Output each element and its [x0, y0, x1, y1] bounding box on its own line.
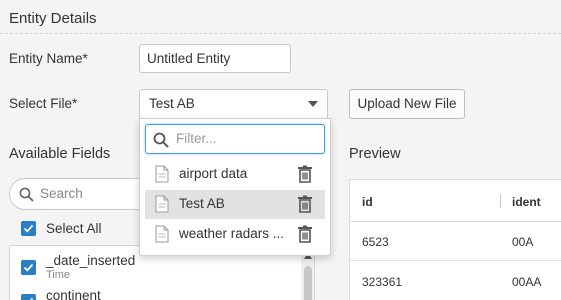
field-checkbox[interactable]: [21, 260, 36, 275]
select-file-label: Select File*: [9, 96, 78, 111]
select-file-dropdown[interactable]: Test AB: [139, 89, 328, 119]
available-fields-title: Available Fields: [9, 146, 111, 162]
file-dropdown-menu: Filter... airport data Test AB weather r…: [139, 118, 331, 256]
select-all-checkbox[interactable]: [21, 221, 36, 236]
filter-input[interactable]: Filter...: [145, 124, 325, 154]
entity-name-label: Entity Name*: [9, 51, 88, 66]
entity-name-input[interactable]: Untitled Entity: [139, 44, 291, 73]
preview-header: id ident: [350, 180, 561, 222]
field-search-placeholder: Search: [40, 186, 83, 201]
trash-icon[interactable]: [297, 225, 313, 243]
column-divider[interactable]: [500, 194, 501, 208]
file-option-label: airport data: [179, 166, 248, 181]
document-icon: [155, 195, 169, 213]
caret-down-icon: [308, 101, 318, 107]
upload-new-file-button[interactable]: Upload New File: [349, 89, 465, 119]
section-title: Entity Details: [9, 10, 97, 27]
search-icon: [153, 132, 169, 148]
select-all-label: Select All: [46, 221, 102, 236]
field-name: _date_inserted: [46, 253, 136, 268]
preview-title: Preview: [349, 146, 401, 162]
section-divider: [0, 33, 561, 34]
file-option[interactable]: weather radars ...: [145, 220, 325, 249]
file-option-selected[interactable]: Test AB: [145, 190, 325, 219]
trash-icon[interactable]: [297, 195, 313, 213]
table-cell: 6523: [362, 235, 389, 249]
file-option-label: Test AB: [179, 196, 225, 211]
field-type: Time: [46, 269, 71, 281]
checkbox-checked-icon: [23, 224, 34, 233]
scroll-thumb[interactable]: [304, 266, 312, 300]
filter-placeholder: Filter...: [176, 131, 217, 146]
table-cell: 00AA: [512, 275, 542, 289]
search-icon: [19, 187, 34, 202]
file-option[interactable]: airport data: [145, 160, 325, 189]
column-header[interactable]: id: [362, 195, 373, 209]
table-cell: 323361: [362, 275, 403, 289]
table-cell: 00A: [512, 235, 534, 249]
checkbox-checked-icon: [29, 297, 34, 300]
file-option-label: weather radars ...: [179, 226, 285, 241]
field-name: continent: [46, 288, 101, 300]
preview-table: id ident 6523 00A 323361 00AA: [349, 179, 561, 300]
document-icon: [155, 225, 169, 243]
document-icon: [155, 165, 169, 183]
checkbox-checked-icon: [23, 263, 34, 272]
row-divider: [350, 260, 561, 261]
field-checkbox[interactable]: [21, 294, 36, 300]
select-file-value: Test AB: [149, 96, 195, 111]
column-header[interactable]: ident: [512, 195, 541, 209]
trash-icon[interactable]: [297, 165, 313, 183]
